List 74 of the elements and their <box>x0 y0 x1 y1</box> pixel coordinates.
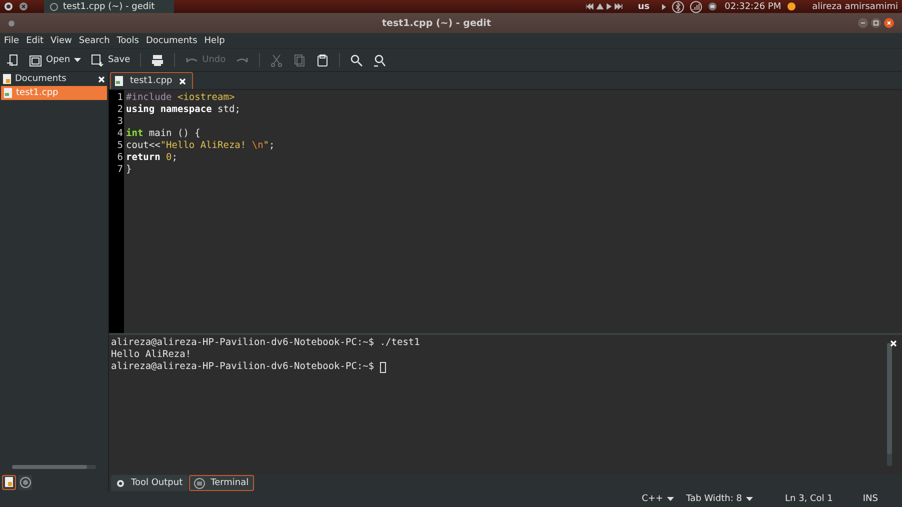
save-icon <box>91 54 104 66</box>
code-line: using namespace std; <box>126 104 240 115</box>
menu-item[interactable]: File <box>4 36 20 46</box>
document-icon <box>5 477 13 487</box>
open-button[interactable]: Open <box>26 52 84 68</box>
code-line: cout<<"Hello AliReza! \n"; <box>126 140 275 151</box>
terminal-line: alireza@alireza-HP-Pavilion-dv6-Notebook-PC:~$ ./test1 <box>111 337 420 349</box>
sidebar-title: Documents <box>15 74 68 84</box>
gear-icon <box>116 478 125 488</box>
document-icon <box>4 88 12 98</box>
menu-item[interactable]: View <box>50 36 72 46</box>
menu-item[interactable]: Help <box>204 36 225 46</box>
code-line: } <box>126 164 132 175</box>
line-number: 2 <box>116 104 124 116</box>
cut-icon <box>270 54 283 66</box>
insert-mode: INS <box>862 494 878 504</box>
print-icon <box>151 54 164 66</box>
cursor-position: Ln 3, Col 1 <box>784 494 833 504</box>
play-icon[interactable] <box>662 4 666 10</box>
code-line: int main () { <box>126 128 200 139</box>
user-name[interactable]: alireza amirsamimi <box>812 2 898 12</box>
menu-item[interactable]: Documents <box>146 36 198 46</box>
caret-icon <box>667 496 674 500</box>
close-icon[interactable] <box>98 76 105 82</box>
vertical-scrollbar[interactable] <box>887 343 892 466</box>
line-number: 4 <box>116 128 124 140</box>
bluetooth-icon[interactable] <box>672 0 684 12</box>
terminal-line: Hello AliReza! <box>111 349 192 361</box>
bottom-panel-tab[interactable]: Terminal <box>188 475 254 491</box>
maximize-icon[interactable] <box>871 18 881 28</box>
side-panel-tab[interactable] <box>18 474 32 490</box>
close-icon[interactable] <box>179 78 186 84</box>
line-number: 5 <box>116 140 124 152</box>
close-icon[interactable] <box>890 340 897 347</box>
replace-icon <box>372 54 386 66</box>
code-line: #include <iostream> <box>126 92 235 103</box>
line-number: 7 <box>116 164 124 176</box>
terminal-icon <box>194 478 205 488</box>
language-dropdown[interactable]: C++ <box>642 494 674 504</box>
tab-width-dropdown[interactable]: Tab Width: 8 <box>686 494 753 504</box>
caret-icon <box>746 496 753 500</box>
find-icon <box>350 54 363 66</box>
bottom-panel-tab[interactable]: Tool Output <box>111 475 188 491</box>
clock[interactable]: 02:32:26 PM <box>724 2 782 12</box>
status-dot-icon[interactable] <box>787 2 796 11</box>
file-browser-icon <box>20 476 30 488</box>
window-menu-icon[interactable] <box>8 20 15 26</box>
signal-icon[interactable] <box>690 0 702 12</box>
taskbar-window-button[interactable]: test1.cpp (~) - gedit <box>44 0 174 13</box>
open-icon <box>29 54 42 66</box>
code-editor[interactable]: 1 2 3 4 5 6 7 #include <iostream> using namespace std; int main () { cout<<"Hello AliReza! \n"; return 0; } <box>109 89 902 333</box>
close-icon[interactable] <box>884 18 894 28</box>
terminal-line: alireza@alireza-HP-Pavilion-dv6-Notebook-PC:~$ <box>111 361 376 373</box>
app-icon <box>50 2 58 10</box>
document-icon <box>115 76 123 86</box>
keyboard-layout-indicator[interactable]: us <box>638 2 650 12</box>
menu-item[interactable]: Search <box>78 36 110 46</box>
copy-icon <box>292 54 306 66</box>
line-number: 3 <box>116 116 124 128</box>
document-icon <box>3 74 11 84</box>
new-icon <box>6 54 19 66</box>
code-line: return 0; <box>126 152 178 163</box>
save-button[interactable]: Save <box>88 52 134 68</box>
terminal[interactable]: alireza@alireza-HP-Pavilion-dv6-Notebook-PC:~$ ./test1 Hello AliReza! alireza@alireza-HP-Pavilion-dv6-Notebook-PC:~$ <box>109 333 902 474</box>
menu-item[interactable]: Tools <box>116 36 139 46</box>
window-title: test1.cpp (~) - gedit <box>381 18 492 28</box>
menu-item[interactable]: Edit <box>26 36 44 46</box>
horizontal-scrollbar[interactable] <box>12 465 96 469</box>
line-number: 6 <box>116 152 124 164</box>
line-number: 1 <box>116 92 124 104</box>
side-panel-tab[interactable] <box>2 474 16 490</box>
document-tab[interactable]: test1.cpp <box>110 72 194 89</box>
paste-icon <box>316 54 329 66</box>
minimize-icon[interactable] <box>858 18 868 28</box>
